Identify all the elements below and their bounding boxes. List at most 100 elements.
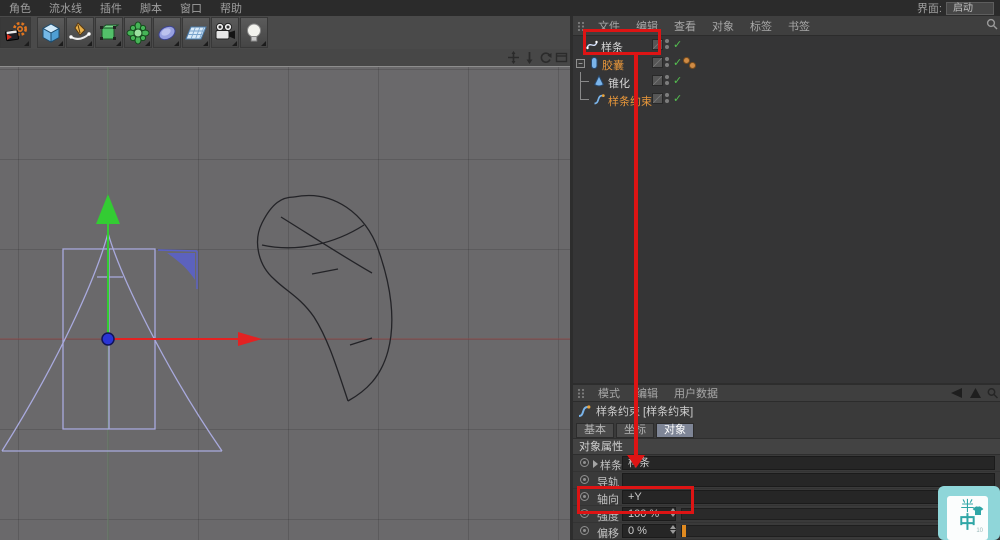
generator-cube-icon[interactable] (95, 17, 123, 48)
menu-script[interactable]: 脚本 (131, 0, 171, 16)
layer-chip[interactable] (652, 75, 663, 86)
spline-link-field[interactable]: 样条 (622, 456, 995, 470)
layer-chip[interactable] (652, 93, 663, 104)
pen-spline-icon[interactable] (66, 17, 94, 48)
tab-basic[interactable]: 基本 (576, 423, 614, 438)
am-search-icon[interactable] (987, 387, 998, 399)
tree-label: 锥化 (608, 78, 630, 90)
object-axis-y (96, 194, 120, 339)
interface-label: 界面: (916, 3, 942, 15)
enabled-check-icon[interactable]: ✓ (673, 56, 682, 69)
main-toolbar (0, 16, 572, 49)
attr-row-strength: 强度 100 % (573, 506, 1000, 523)
animation-dot-icon[interactable] (580, 492, 589, 501)
expand-arrow-icon[interactable] (593, 460, 598, 468)
menu-window[interactable]: 窗口 (171, 0, 211, 16)
floor-icon[interactable] (182, 17, 210, 48)
om-menu-tags[interactable]: 标签 (742, 18, 780, 34)
taper-handle (157, 249, 198, 289)
menu-plugins[interactable]: 插件 (91, 0, 131, 16)
menu-help[interactable]: 帮助 (211, 0, 251, 16)
rotate-icon[interactable] (539, 51, 552, 64)
object-manager-menubar: 文件 编辑 查看 对象 标签 书签 (573, 16, 1000, 36)
attr-label: 强度 (597, 511, 619, 523)
taper-icon (593, 75, 605, 87)
layer-chip[interactable] (652, 39, 663, 50)
menu-character[interactable]: 角色 (0, 0, 40, 16)
viewport-header (0, 49, 572, 66)
collapse-expander-icon[interactable]: − (576, 59, 585, 68)
animation-dot-icon[interactable] (580, 458, 589, 467)
constrained-spline (256, 194, 393, 402)
history-back-icon[interactable] (948, 387, 964, 399)
attr-label: 样条 (600, 460, 622, 472)
attribute-title-row: 样条约束 [样条约束] (573, 402, 1000, 420)
om-menu-view[interactable]: 查看 (666, 18, 704, 34)
tree-row-capsule[interactable]: − 胶囊 ✓ (573, 54, 1000, 72)
spline-constraint-icon (578, 405, 591, 417)
offset-stepper[interactable] (669, 524, 677, 534)
panel-handle-icon[interactable] (577, 21, 587, 31)
tree-row-spline[interactable]: 样条 ✓ (573, 36, 1000, 54)
attr-row-spline: 样条 样条 (573, 455, 1000, 472)
deformer-gear-icon[interactable] (124, 17, 152, 48)
main-menubar: 角色 流水线 插件 脚本 窗口 帮助 界面: 启动 (0, 0, 1000, 16)
object-properties-header: 对象属性 (573, 438, 1000, 455)
animation-dot-icon[interactable] (580, 526, 589, 535)
strength-value-field[interactable]: 100 % (622, 507, 676, 521)
om-search-icon[interactable] (986, 18, 998, 30)
tree-label: 样条约束 (608, 96, 652, 108)
rail-link-field[interactable] (622, 473, 995, 487)
animation-dot-icon[interactable] (580, 475, 589, 484)
tree-row-spline-constraint[interactable]: 样条约束 ✓ (573, 90, 1000, 108)
spline-constraint-icon (594, 94, 605, 105)
visibility-dots[interactable] (665, 39, 669, 51)
slider-knob[interactable] (682, 525, 686, 537)
visibility-dots[interactable] (665, 75, 669, 87)
menu-pipeline[interactable]: 流水线 (40, 0, 91, 16)
attr-label: 导轨 (597, 477, 619, 489)
visibility-dots[interactable] (665, 57, 669, 69)
disc-primitive-icon[interactable] (153, 17, 181, 48)
tab-coordinates[interactable]: 坐标 (616, 423, 654, 438)
tree-row-taper[interactable]: 锥化 ✓ (573, 72, 1000, 90)
orange-balls-tag-icon[interactable] (683, 57, 699, 69)
watermark-logo: 半 中 10 (938, 486, 1000, 540)
om-menu-bookmarks[interactable]: 书签 (780, 18, 818, 34)
pan-icon[interactable] (507, 51, 520, 64)
panel-handle-icon[interactable] (577, 388, 587, 398)
offset-value-field[interactable]: 0 % (622, 524, 676, 538)
cube-primitive-icon[interactable] (37, 17, 65, 48)
attribute-tabs: 基本 坐标 对象 (573, 420, 1000, 438)
object-tree: 样条 ✓ − 胶囊 ✓ 锥化 ✓ 样条约束 ✓ (573, 36, 1000, 108)
om-menu-objects[interactable]: 对象 (704, 18, 742, 34)
am-menu-edit[interactable]: 编辑 (628, 385, 666, 401)
layout-selector[interactable]: 启动 (946, 1, 994, 15)
am-menu-mode[interactable]: 模式 (590, 385, 628, 401)
spline-icon (586, 40, 598, 50)
object-manager-panel: 文件 编辑 查看 对象 标签 书签 样条 ✓ − 胶囊 ✓ 锥化 ✓ 样条约束 … (573, 16, 1000, 383)
viewport-canvas[interactable] (0, 66, 572, 540)
layer-chip[interactable] (652, 57, 663, 68)
toggle-view-icon[interactable] (555, 51, 568, 64)
om-menu-edit[interactable]: 编辑 (628, 18, 666, 34)
camera-icon[interactable] (211, 17, 239, 48)
om-menu-file[interactable]: 文件 (590, 18, 628, 34)
attr-row-axis: 轴向 +Y (573, 489, 1000, 506)
enabled-check-icon[interactable]: ✓ (673, 74, 682, 87)
attribute-title: 样条约束 [样条约束] (596, 406, 694, 418)
am-menu-userdata[interactable]: 用户数据 (666, 385, 726, 401)
tab-object[interactable]: 对象 (656, 423, 694, 438)
attribute-manager-panel: 模式 编辑 用户数据 样条约束 [样条约束] 基本 坐标 对象 对象属性 样条 … (573, 385, 1000, 540)
animation-dot-icon[interactable] (580, 509, 589, 518)
enabled-check-icon[interactable]: ✓ (673, 38, 682, 51)
strength-stepper[interactable] (669, 507, 677, 517)
tree-label: 胶囊 (602, 60, 624, 72)
dolly-icon[interactable] (523, 51, 536, 64)
attribute-manager-menubar: 模式 编辑 用户数据 (573, 385, 1000, 402)
clapper-render-icon[interactable] (0, 17, 31, 48)
enabled-check-icon[interactable]: ✓ (673, 92, 682, 105)
light-icon[interactable] (240, 17, 268, 48)
visibility-dots[interactable] (665, 93, 669, 105)
history-up-icon[interactable] (969, 387, 982, 399)
